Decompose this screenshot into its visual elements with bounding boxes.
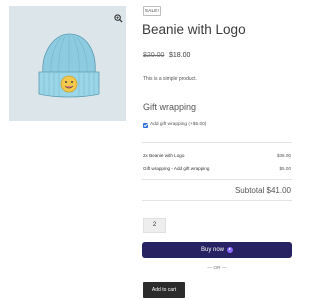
or-separator: — OR — bbox=[207, 266, 227, 271]
buy-now-button[interactable]: Buy now bbox=[142, 242, 292, 258]
gift-wrapping-heading: Gift wrapping bbox=[143, 102, 197, 112]
divider bbox=[142, 179, 292, 180]
summary-row-label: 2x Beanie with Logo bbox=[143, 153, 185, 158]
quantity-input[interactable]: 2 bbox=[143, 218, 166, 233]
short-description: This is a simple product. bbox=[143, 76, 197, 82]
summary-row-value: $5.00 bbox=[279, 166, 292, 171]
beanie-product-image bbox=[38, 33, 100, 98]
subtotal: Subtotal $41.00 bbox=[234, 186, 291, 195]
add-to-cart-button[interactable]: Add to cart bbox=[143, 282, 185, 298]
play-circle-icon bbox=[227, 247, 233, 253]
divider bbox=[142, 200, 292, 201]
original-price: $20.00 bbox=[143, 52, 165, 59]
summary-row-label: Gift wrapping - Add gift wrapping bbox=[143, 166, 210, 171]
product-title: Beanie with Logo bbox=[142, 22, 246, 37]
sale-badge: SALE! bbox=[143, 6, 161, 16]
sale-price: $18.00 bbox=[169, 52, 191, 59]
divider bbox=[142, 142, 292, 143]
summary-row-value: $36.00 bbox=[276, 153, 291, 158]
product-gallery bbox=[9, 6, 126, 121]
gift-wrapping-checkbox[interactable] bbox=[143, 123, 148, 128]
zoom-magnifier-icon[interactable] bbox=[114, 10, 123, 23]
buy-now-label: Buy now bbox=[200, 247, 224, 253]
gift-wrapping-checkbox-label[interactable]: Add gift wrapping (+$5.00) bbox=[150, 122, 206, 127]
